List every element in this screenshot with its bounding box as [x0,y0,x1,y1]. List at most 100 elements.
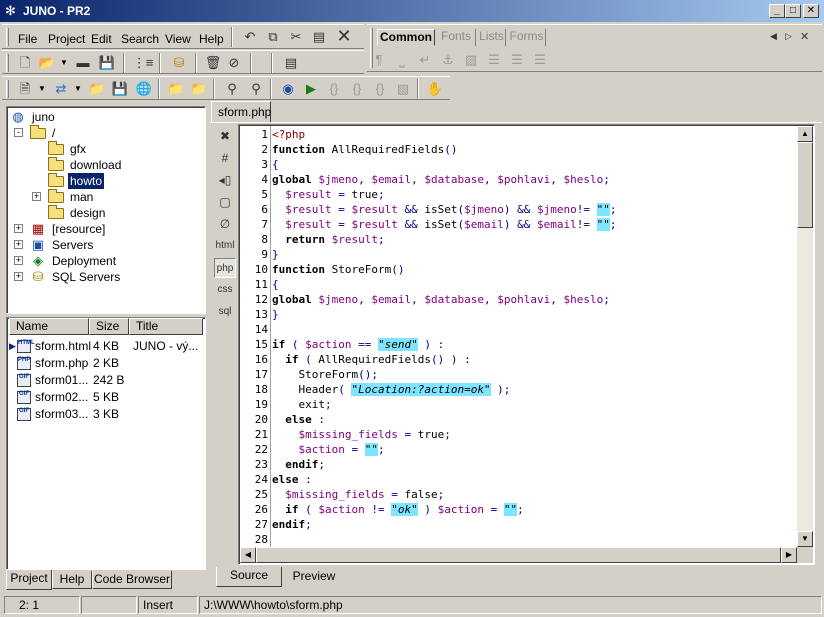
stop-icon[interactable]: ▧ [392,78,414,100]
undo-icon[interactable]: ↶ [239,26,261,48]
expand-icon[interactable]: + [14,224,23,233]
file-list-item[interactable]: GIF sform03... 3 KB [9,406,203,423]
close-document-icon[interactable]: ✕ [333,25,355,47]
menu-bar-grip[interactable] [6,28,9,46]
hash-icon[interactable]: # [214,148,236,168]
close-window-button[interactable]: ✕ [803,4,819,18]
folder-stars-icon[interactable]: 📁 [165,78,187,100]
file-list-item[interactable]: GIF sform02... 5 KB [9,389,203,406]
column-header-size[interactable]: Size [89,318,129,335]
copy-icon[interactable]: ⧉ [262,26,284,48]
tag-search-icon[interactable]: ⚲ [221,78,243,100]
maximize-button[interactable]: □ [785,4,801,18]
sql-mode-button[interactable]: sql [214,302,236,322]
align-right-icon[interactable]: ☰ [529,49,551,71]
format-tab-forms[interactable]: Forms [508,29,546,46]
align-center-icon[interactable]: ☰ [506,49,528,71]
column-header-name[interactable]: Name [9,318,89,335]
tree-node-servers[interactable]: + ▣ Servers [10,237,200,253]
tree-node-resource[interactable]: + ▦ [resource] [10,221,200,237]
list-icon[interactable]: ▤ [280,52,302,74]
code-editor[interactable]: 1 <?php 2 function AllRequiredFields() 3{4 gl… [240,126,813,563]
menu-file[interactable]: File [18,32,37,46]
globe-icon[interactable]: 🌐 [133,78,155,100]
anchor-icon[interactable]: ⚓ [437,49,459,71]
paragraph-icon[interactable]: ¶ [368,49,390,71]
open-folder-icon[interactable]: 📂 [36,52,58,74]
database-icon[interactable]: ⛁ [168,52,190,74]
tree-node-[interactable]: - / [10,125,200,141]
file-list-item[interactable]: GIF sform01... 242 B [9,372,203,389]
minimize-button[interactable]: _ [769,4,785,18]
hand-icon[interactable]: ✋ [424,78,446,100]
tree-node-gfx[interactable]: gfx [10,141,200,157]
format-tab-lists[interactable]: Lists [478,29,506,46]
image-icon[interactable]: ▨ [460,49,482,71]
horizontal-scroll-thumb[interactable] [256,547,781,563]
tab-help[interactable]: Help [52,571,92,589]
expand-icon[interactable]: + [32,192,41,201]
expand-icon[interactable]: + [14,272,23,281]
cut-icon[interactable]: ✂ [285,26,307,48]
css-mode-button[interactable]: css [214,280,236,300]
step-icon[interactable]: {} [323,78,345,100]
project-tree[interactable]: ◍ juno - / gfx download howto + man design + ▦ [re… [6,106,206,314]
menu-view[interactable]: View [165,32,191,46]
tree-view-icon[interactable]: ⋮≡ [132,52,154,74]
scroll-left-icon[interactable]: ◀ [240,547,256,563]
delete-icon[interactable]: 🗑 [202,52,224,74]
tag-icon[interactable]: ⚲ [245,78,267,100]
collapse-icon[interactable]: - [14,128,23,137]
menu-edit[interactable]: Edit [91,32,112,46]
indent-icon[interactable]: ◂▯ [214,170,236,190]
tab-code-browser[interactable]: Code Browser [92,571,172,589]
paste-icon[interactable]: ▤ [308,26,330,48]
save-icon[interactable]: ▬ [72,52,94,74]
save-disk-icon[interactable]: 💾 [109,78,131,100]
php-mode-button[interactable]: php [214,258,236,278]
space-icon[interactable]: ⎵ [391,49,413,71]
file-list-item[interactable]: ▶ HTML sform.html 4 KB JUNO - vý... [9,338,203,355]
new-file-icon[interactable]: 🗋 [14,52,36,74]
vertical-scroll-thumb[interactable] [797,142,813,228]
folder-up-icon[interactable]: 📁 [86,78,108,100]
menu-search[interactable]: Search [121,32,159,46]
tab-project[interactable]: Project [6,570,52,590]
save-all-icon[interactable]: 💾 [96,52,118,74]
tree-node-sql-servers[interactable]: + ⛁ SQL Servers [10,269,200,285]
close-palette-icon[interactable]: ✕ [800,30,809,43]
html-mode-button[interactable]: html [214,236,236,256]
format-tab-common[interactable]: Common [377,29,435,46]
connect-dropdown-icon[interactable]: ▼ [74,84,82,93]
project-toolbar-grip[interactable] [6,80,9,98]
tree-node-man[interactable]: + man [10,189,200,205]
expand-icon[interactable]: + [14,256,23,265]
tab-scroll-right-icon[interactable]: ▷ [785,31,792,42]
column-header-title[interactable]: Title [129,318,203,335]
folder-go-icon[interactable]: 📁 [188,78,210,100]
expand-icon[interactable]: + [14,240,23,249]
tree-node-howto[interactable]: howto [10,172,200,190]
tab-scroll-left-icon[interactable]: ◀ [770,31,777,42]
tree-node-deployment[interactable]: + ◈ Deployment [10,253,200,269]
file-list[interactable]: Name Size Title ▶ HTML sform.html 4 KB JUNO - … [6,317,206,570]
close-tag-icon[interactable]: ✖ [214,126,236,146]
frame-icon[interactable]: ▢ [214,192,236,212]
document-dropdown-icon[interactable]: ▼ [38,84,46,93]
browser-icon[interactable]: ◉ [277,78,299,100]
step-into-icon[interactable]: {} [346,78,368,100]
scroll-up-icon[interactable]: ▲ [797,126,813,142]
align-left-icon[interactable]: ☰ [483,49,505,71]
connect-icon[interactable]: ⇄ [50,78,72,100]
scroll-down-icon[interactable]: ▼ [797,531,813,547]
file-toolbar-grip[interactable] [6,54,9,72]
tree-node-download[interactable]: download [10,157,200,173]
step-out-icon[interactable]: {} [369,78,391,100]
run-icon[interactable]: ▶ [300,78,322,100]
document-icon[interactable]: 🗎 [14,78,36,100]
format-tab-fonts[interactable]: Fonts [437,29,476,46]
tree-node-design[interactable]: design [10,205,200,221]
scroll-right-icon[interactable]: ▶ [781,547,797,563]
tab-preview[interactable]: Preview [284,568,344,586]
line-break-icon[interactable]: ↵ [414,49,436,71]
